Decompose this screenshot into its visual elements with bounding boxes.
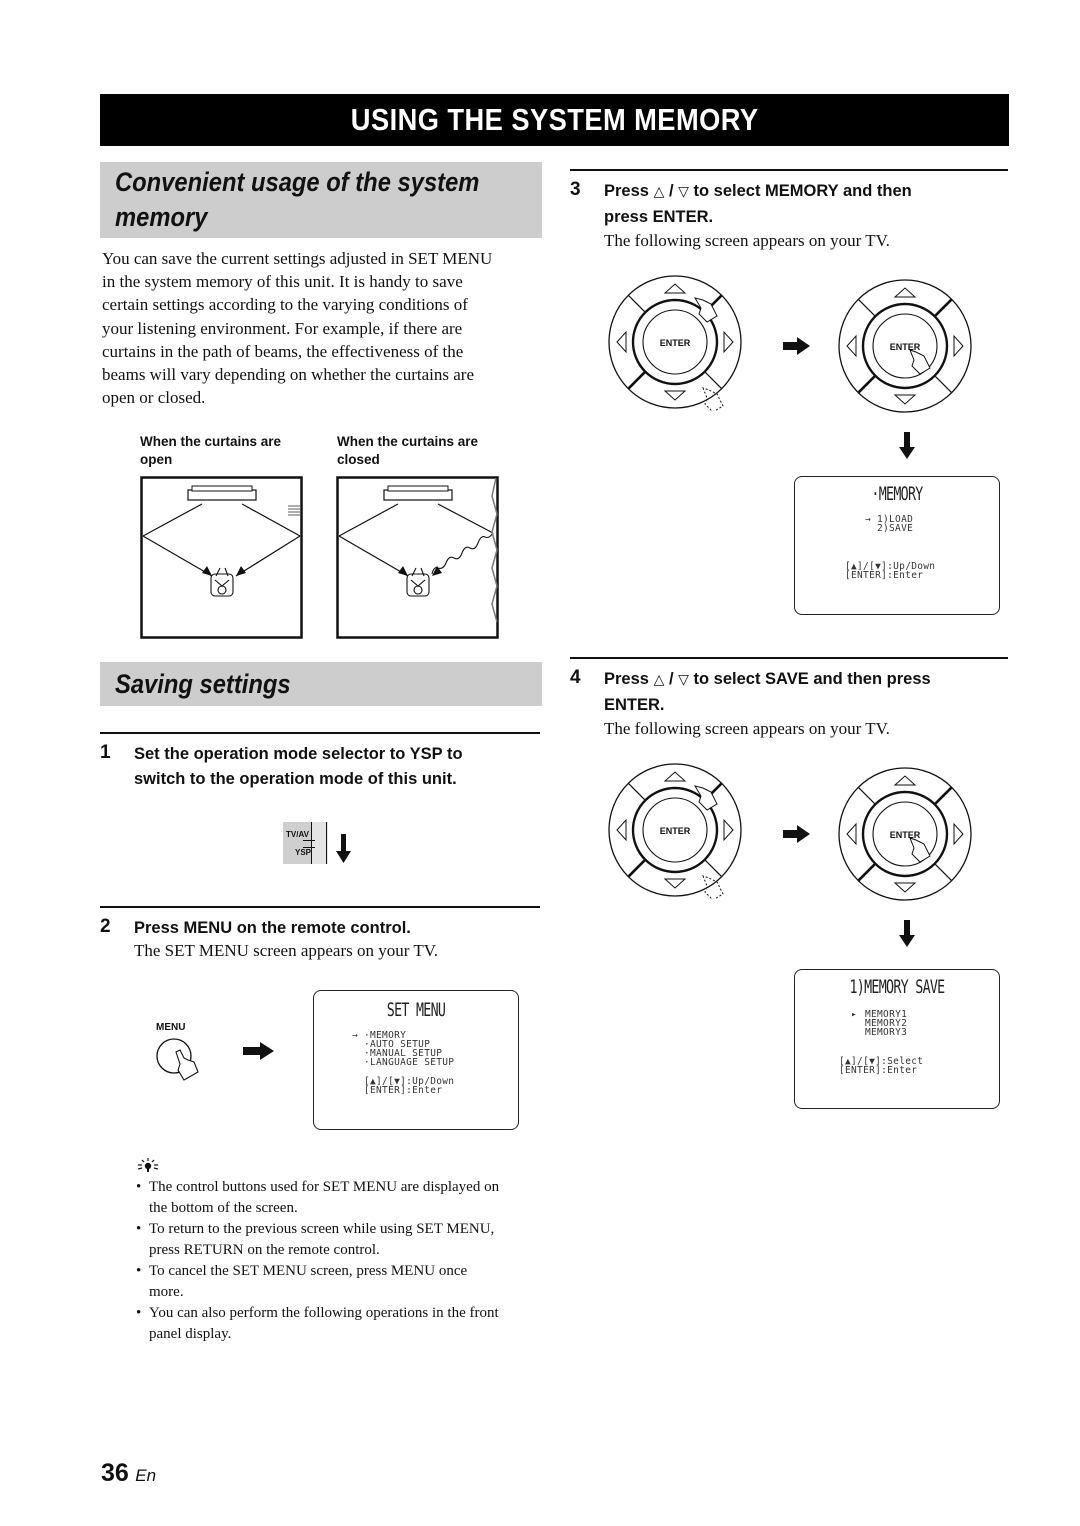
remote-pad-up-press[interactable]: ENTER [606, 273, 744, 411]
enter-button-label: ENTER [890, 342, 921, 352]
tip-item: You can also perform the following opera… [136, 1303, 546, 1345]
step-4-subtitle: The following screen appears on your TV. [604, 719, 890, 738]
remote-pad-up-press[interactable]: ENTER [606, 761, 744, 899]
enter-button-label: ENTER [660, 826, 691, 836]
enter-button-label: ENTER [890, 830, 921, 840]
tv-screen-title: SET MENU [386, 999, 446, 1021]
step-3-title: Press △ / ▽ to select MEMORY and then pr… [604, 182, 912, 226]
step-1-title: Set the operation mode selector to YSP t… [134, 745, 463, 788]
figure-caption-closed: When the curtains are closed [337, 434, 479, 467]
tv-help-enter: [ENTER]:Enter [839, 1065, 918, 1076]
room-diagram-curtains-open [140, 476, 303, 639]
tv-screen-memory: ·MEMORY → 1)LOAD 2)SAVE [▲]/[▼]:Up/Down … [794, 476, 1000, 615]
step-4-title: Press △ / ▽ to select SAVE and then pres… [604, 670, 931, 714]
switch-label-ysp: YSP [295, 848, 312, 857]
tv-cursor-icon: ▸ [851, 1009, 858, 1020]
step-4: 4 Press △ / ▽ to select SAVE and then pr… [570, 657, 1008, 744]
step-2: 2 Press MENU on the remote control. The … [100, 906, 540, 968]
speaker-icon [383, 485, 453, 501]
step-4-number: 4 [570, 667, 581, 688]
right-arrow-icon [783, 337, 810, 355]
tip-item: The control buttons used for SET MENU ar… [136, 1177, 546, 1219]
down-arrow-icon [899, 432, 915, 459]
tv-screen-set-menu: SET MENU → ·MEMORY ·AUTO SETUP ·MANUAL S… [313, 990, 519, 1130]
remote-pad-enter-press[interactable]: ENTER [836, 277, 974, 415]
up-triangle-icon: △ [653, 184, 665, 200]
tv-menu-item-language-setup: ·LANGUAGE SETUP [364, 1057, 455, 1068]
right-arrow-icon [243, 1042, 274, 1060]
tv-screen-memory-save: 1)MEMORY SAVE ▸ MEMORY1 MEMORY2 MEMORY3 … [794, 969, 1000, 1109]
figure-caption-open: When the curtains are open [140, 434, 282, 467]
tips-list: The control buttons used for SET MENU ar… [136, 1177, 546, 1345]
tv-menu-item-save: 2)SAVE [877, 523, 914, 534]
speaker-icon [187, 485, 257, 501]
remote-pad-enter-press[interactable]: ENTER [836, 765, 974, 903]
down-arrow-icon [336, 834, 351, 863]
page-title-bar: USING THE SYSTEM MEMORY [100, 94, 1009, 146]
tv-cursor-icon: → [865, 514, 872, 525]
page-number: 36 En [101, 1459, 157, 1487]
down-triangle-icon: ▽ [678, 184, 689, 200]
menu-button-label: MENU [156, 1022, 186, 1033]
switch-label-tvav: TV/AV [286, 830, 309, 839]
tv-cursor-icon: → [352, 1030, 359, 1041]
tv-screen-title: 1)MEMORY SAVE [849, 976, 945, 998]
step-2-number: 2 [100, 916, 111, 937]
mode-selector-switch[interactable]: TV/AV YSP [283, 822, 328, 864]
step-3: 3 Press △ / ▽ to select MEMORY and then … [570, 169, 1008, 256]
enter-button-label: ENTER [660, 338, 691, 348]
intro-paragraph: You can save the current settings adjust… [102, 249, 493, 408]
section-heading-saving-settings: Saving settings [100, 662, 542, 706]
tip-item: To cancel the SET MENU screen, press MEN… [136, 1261, 546, 1303]
tip-lightbulb-icon [137, 1158, 159, 1172]
page-title: USING THE SYSTEM MEMORY [350, 102, 759, 137]
tv-menu-item-memory3: MEMORY3 [865, 1027, 908, 1038]
down-triangle-icon: ▽ [678, 672, 689, 688]
tv-help-enter: [ENTER]:Enter [845, 570, 924, 581]
step-3-subtitle: The following screen appears on your TV. [604, 231, 890, 250]
tv-help-enter: [ENTER]:Enter [364, 1085, 443, 1096]
section-heading-convenient-usage: Convenient usage of the system memory [100, 162, 542, 238]
step-3-number: 3 [570, 179, 581, 200]
step-1-number: 1 [100, 742, 111, 763]
step-2-title: Press MENU on the remote control. [134, 919, 411, 937]
step-1: 1 Set the operation mode selector to YSP… [100, 732, 540, 794]
tv-screen-title: ·MEMORY [871, 483, 923, 505]
menu-button[interactable] [154, 1036, 204, 1086]
room-diagram-curtains-closed [336, 476, 499, 639]
right-arrow-icon [783, 825, 810, 843]
up-triangle-icon: △ [653, 672, 665, 688]
step-2-subtitle: The SET MENU screen appears on your TV. [134, 941, 439, 960]
tip-item: To return to the previous screen while u… [136, 1219, 546, 1261]
down-arrow-icon [899, 920, 915, 947]
